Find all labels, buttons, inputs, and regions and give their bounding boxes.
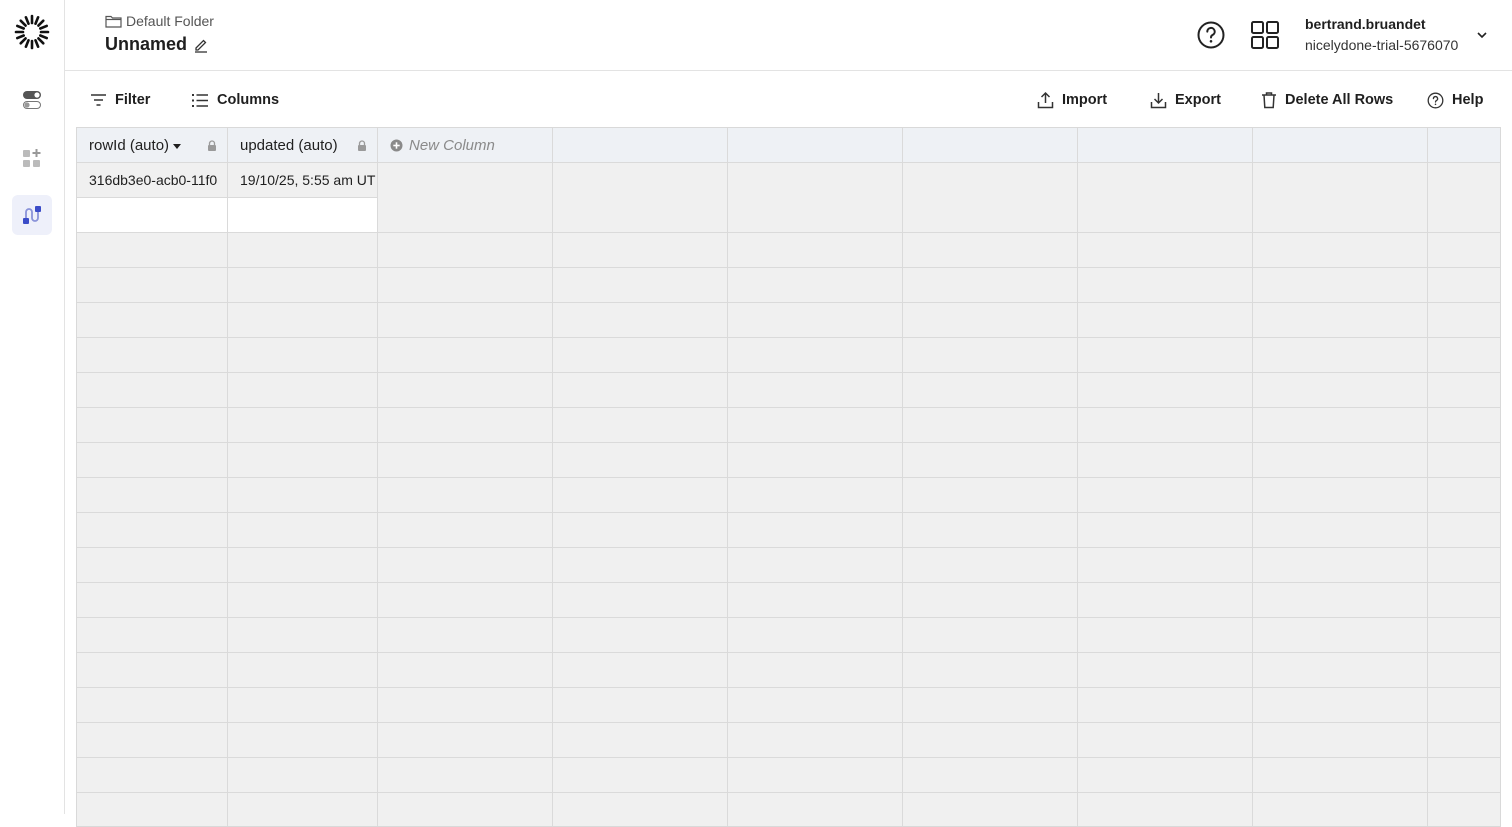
lock-icon xyxy=(358,140,366,151)
column-header-rowid[interactable]: rowId (auto) xyxy=(77,128,228,163)
add-widget-nav-button[interactable] xyxy=(12,138,52,178)
user-account-menu[interactable]: bertrand.bruandet nicelydone-trial-56760… xyxy=(1305,14,1458,56)
help-button[interactable]: Help xyxy=(1427,89,1483,111)
breadcrumb[interactable]: Default Folder xyxy=(105,13,214,29)
grid-column-line xyxy=(902,163,903,826)
grid-row-line xyxy=(77,477,1500,478)
grid-column-line xyxy=(1252,163,1253,826)
table-header-row: rowId (auto) updated (auto) New Column xyxy=(77,128,1500,163)
delete-all-label: Delete All Rows xyxy=(1285,92,1394,108)
grid-row-line xyxy=(77,267,1500,268)
grid-row-line xyxy=(77,547,1500,548)
new-row-cell[interactable] xyxy=(77,198,228,233)
import-label: Import xyxy=(1062,92,1108,108)
filter-icon xyxy=(91,93,106,106)
grid-row-line xyxy=(77,687,1500,688)
chevron-down-icon[interactable] xyxy=(1475,28,1489,42)
edit-pencil-icon[interactable] xyxy=(193,37,209,53)
data-table: rowId (auto) updated (auto) New Column 3… xyxy=(76,127,1501,827)
table-row[interactable]: 316db3e0-acb0-11f0 19/10/25, 5:55 am UT xyxy=(77,163,1500,198)
user-org: nicelydone-trial-5676070 xyxy=(1305,37,1459,53)
new-column-label: New Column xyxy=(409,136,495,154)
grid-row-line xyxy=(77,407,1500,408)
delete-all-rows-button[interactable]: Delete All Rows xyxy=(1261,89,1393,111)
user-name: bertrand.bruandet xyxy=(1305,16,1426,32)
plus-circle-icon xyxy=(390,139,403,151)
grid-row-line xyxy=(77,722,1500,723)
grid-column-line xyxy=(377,163,378,826)
help-icon xyxy=(1427,92,1444,108)
column-header-label: updated (auto) xyxy=(240,137,338,154)
grid-column-line xyxy=(1077,163,1078,826)
left-rail xyxy=(0,0,65,814)
grid-column-line xyxy=(227,163,228,826)
columns-label: Columns xyxy=(217,92,280,108)
column-header-updated[interactable]: updated (auto) xyxy=(228,128,378,163)
page-title: Unnamed xyxy=(105,34,209,55)
toggles-nav-button[interactable] xyxy=(12,80,52,120)
grid-column-line xyxy=(552,163,553,826)
filter-button[interactable]: Filter xyxy=(90,89,150,111)
document-title: Unnamed xyxy=(105,34,188,54)
grid-row-line xyxy=(77,337,1500,338)
empty-column-header xyxy=(1428,128,1500,163)
table-cell[interactable]: 316db3e0-acb0-11f0 xyxy=(77,163,228,198)
upload-icon xyxy=(1037,91,1054,109)
import-button[interactable]: Import xyxy=(1037,89,1107,111)
export-button[interactable]: Export xyxy=(1150,89,1221,111)
grid-row-line xyxy=(77,302,1500,303)
breadcrumb-folder[interactable]: Default Folder xyxy=(126,13,214,29)
grid-row-line xyxy=(77,372,1500,373)
column-header-label: rowId (auto) xyxy=(89,137,170,154)
new-column-button[interactable]: New Column xyxy=(378,128,553,163)
grid-row-line xyxy=(77,442,1500,443)
grid-row-line xyxy=(77,757,1500,758)
grid-row-line xyxy=(77,792,1500,793)
grid-row-line xyxy=(77,582,1500,583)
grid-row-line xyxy=(77,232,1500,233)
table-toolbar: Filter Columns Import Export Delete All … xyxy=(65,72,1512,128)
sort-caret-icon[interactable] xyxy=(173,143,182,149)
grid-row-line xyxy=(77,617,1500,618)
empty-column-header xyxy=(1253,128,1428,163)
grid-row-line xyxy=(77,652,1500,653)
columns-list-icon xyxy=(192,93,208,107)
help-label: Help xyxy=(1452,92,1484,108)
empty-column-header xyxy=(553,128,728,163)
download-icon xyxy=(1150,93,1167,109)
grid-column-line xyxy=(1427,163,1428,826)
data-flow-icon xyxy=(23,206,41,224)
filter-label: Filter xyxy=(115,92,151,108)
empty-column-header xyxy=(903,128,1078,163)
columns-button[interactable]: Columns xyxy=(191,89,279,111)
empty-column-header xyxy=(728,128,903,163)
empty-column-header xyxy=(1078,128,1253,163)
apps-grid-icon[interactable] xyxy=(1250,20,1280,50)
app-logo-icon[interactable] xyxy=(14,14,50,50)
grid-row-line xyxy=(77,512,1500,513)
new-row-cell[interactable] xyxy=(228,198,378,233)
top-header: Default Folder Unnamed bertrand.bruandet… xyxy=(65,0,1512,71)
help-circle-icon[interactable] xyxy=(1196,20,1226,50)
export-label: Export xyxy=(1175,92,1221,108)
table-cell[interactable]: 19/10/25, 5:55 am UT xyxy=(228,163,378,198)
data-flow-nav-button[interactable] xyxy=(12,195,52,235)
trash-icon xyxy=(1262,92,1276,109)
folder-icon xyxy=(105,15,122,28)
widgets-add-icon xyxy=(23,149,41,167)
new-row-input[interactable] xyxy=(77,198,1500,233)
lock-icon xyxy=(208,140,216,151)
grid-column-line xyxy=(727,163,728,826)
toggles-icon xyxy=(23,91,41,109)
